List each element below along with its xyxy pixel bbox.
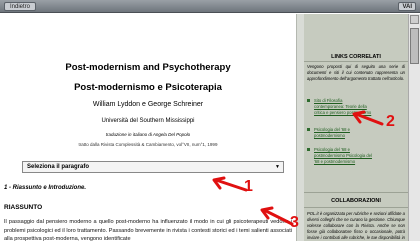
sidebar-divider bbox=[304, 192, 408, 193]
article-title-italian: Post-modernismo e Psicoterapia bbox=[74, 82, 222, 93]
article-paragraph: Il passaggio dal pensiero moderno a quel… bbox=[4, 219, 292, 241]
section-select-value: Seleziona il paragrafo bbox=[27, 164, 90, 170]
top-toolbar: Indietro VAI bbox=[0, 0, 420, 13]
scroll-thumb[interactable] bbox=[410, 28, 419, 64]
dropdown-arrow-icon: ▼ bbox=[275, 164, 280, 170]
annotation-arrow-2 bbox=[352, 110, 384, 126]
back-button[interactable]: Indietro bbox=[4, 2, 37, 11]
annotation-number-1: 1 bbox=[244, 178, 253, 195]
related-link-3-label: Psicologia del '68 e postmodernismo Psic… bbox=[314, 147, 372, 164]
article-authors: William Lyddon e George Schreiner bbox=[92, 101, 204, 108]
collaborations-text: POL.it è organizzata per rubriche e sezi… bbox=[307, 211, 405, 240]
section-select-dropdown[interactable]: Seleziona il paragrafo ▼ bbox=[22, 161, 284, 173]
bullet-icon bbox=[307, 99, 310, 102]
bullet-icon bbox=[307, 128, 310, 131]
section-heading: 1 - Riassunto e Introduzione. bbox=[4, 185, 87, 191]
page-scrollbar[interactable] bbox=[408, 14, 420, 241]
related-links-title: LINKS CORRELATI bbox=[331, 54, 381, 60]
article-title-english: Post-modernism and Psychotherapy bbox=[65, 62, 231, 73]
article-university: Università del Southern Mississippi bbox=[101, 118, 195, 124]
riassunto-heading: RIASSUNTO bbox=[4, 204, 43, 211]
article-source: tratto dalla Rivista Complessità & Cambi… bbox=[78, 142, 218, 147]
related-links-intro: Vengono proposti qui di seguito una seri… bbox=[307, 64, 405, 81]
annotation-number-2: 2 bbox=[386, 113, 395, 130]
content-divider bbox=[296, 14, 304, 241]
collaborations-title: COLLABORAZIONI bbox=[331, 198, 381, 204]
scroll-up-button[interactable] bbox=[410, 15, 419, 24]
article-translation-credit: traduzione in italiano di Angela Del Pop… bbox=[105, 132, 191, 137]
go-button[interactable]: VAI bbox=[398, 2, 416, 11]
sidebar-divider bbox=[304, 207, 408, 208]
article-content: Post-modernism and Psychotherapy Post-mo… bbox=[0, 14, 296, 241]
sidebar-divider bbox=[304, 61, 408, 62]
annotation-number-3: 3 bbox=[290, 214, 299, 231]
bullet-icon bbox=[307, 148, 310, 151]
